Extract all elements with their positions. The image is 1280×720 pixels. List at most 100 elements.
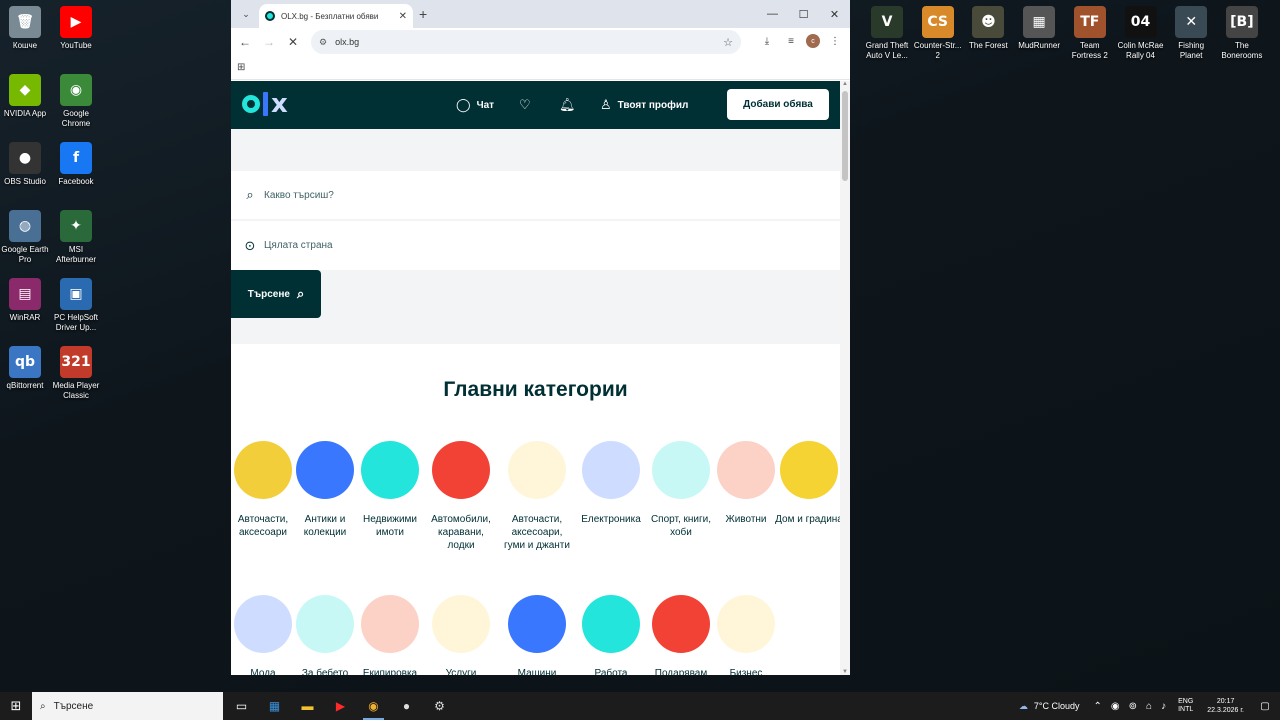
record-icon[interactable]: ◉ (1111, 701, 1120, 712)
desktop-shortcut-label: Facebook (58, 177, 94, 186)
page-scrollbar[interactable]: ▲ ▼ (840, 81, 850, 675)
notifications-icon[interactable]: ▢ (1256, 701, 1274, 712)
category-item[interactable]: Екипировка (355, 595, 425, 675)
category-label: Животни (725, 514, 767, 525)
obs-icon[interactable]: ● (390, 692, 423, 720)
category-item[interactable]: Работа (576, 595, 646, 675)
desktop-shortcut-label: Google Earth Pro (1, 245, 49, 264)
desktop-shortcut[interactable]: V Grand Theft Auto V Le... (862, 6, 912, 61)
category-icon (432, 441, 490, 499)
desktop-shortcut[interactable]: 🗑 Кошче (0, 6, 50, 51)
category-item[interactable]: За бебето (290, 595, 360, 675)
chrome-icon[interactable]: ◉ (357, 692, 390, 720)
weather-widget[interactable]: ☁ 7°C Cloudy (1019, 701, 1080, 712)
scroll-up-icon[interactable]: ▲ (842, 81, 848, 87)
taskbar-search[interactable]: ⌕ Търсене (32, 692, 223, 720)
desktop-shortcut[interactable]: ▣ PC HelpSoft Driver Up... (51, 278, 101, 333)
category-item[interactable]: Мода (231, 595, 298, 675)
desktop-shortcut[interactable]: ▦ MudRunner (1014, 6, 1064, 51)
desktop-shortcut[interactable]: ▶ YouTube (51, 6, 101, 51)
url-text[interactable]: olx.bg (335, 37, 723, 47)
category-item[interactable]: Електроника (576, 441, 646, 526)
chat-link[interactable]: ◯ Чат (456, 97, 494, 113)
desktop-shortcut-label: PC HelpSoft Driver Up... (53, 313, 99, 332)
olx-favicon-icon (265, 11, 275, 21)
minimize-icon[interactable]: — (757, 0, 788, 28)
desktop-shortcut[interactable]: ✕ Fishing Planet (1166, 6, 1216, 61)
desktop-shortcut[interactable]: ☻ The Forest (963, 6, 1013, 51)
update-icon[interactable]: ⊚ (1129, 701, 1137, 712)
desktop-shortcut-label: The Forest (969, 41, 1008, 50)
bell-icon: 🔔︎ (559, 97, 576, 112)
category-item[interactable]: Подарявам (646, 595, 716, 675)
olx-logo[interactable]: x (242, 91, 288, 117)
desktop-shortcut[interactable]: ● OBS Studio (0, 142, 50, 187)
category-label: За бебето (301, 668, 349, 675)
favorites-link[interactable]: ♡ (519, 97, 531, 113)
app-icon: CS (921, 6, 954, 38)
category-item[interactable]: Услуги (426, 595, 496, 675)
notifications-link[interactable]: 🔔︎ (559, 97, 576, 113)
menu-kebab-icon[interactable]: ⋮ (826, 32, 844, 50)
category-item[interactable]: Автомобили, каравани, лодки (426, 441, 496, 552)
desktop-shortcut[interactable]: qb qBittorrent (0, 346, 50, 391)
site-info-icon[interactable]: ⚙ (319, 37, 327, 48)
scroll-down-icon[interactable]: ▼ (842, 669, 848, 675)
search-input[interactable]: ⌕ Какво търсиш? (231, 171, 840, 219)
media-control-icon[interactable]: ≡ (782, 32, 800, 50)
search-area: ⌕ Какво търсиш? ⊙ Цялата страна Търсене … (231, 129, 840, 344)
close-window-icon[interactable]: ✕ (819, 0, 850, 28)
forward-icon[interactable]: → (257, 30, 281, 54)
microsoft-store-icon[interactable]: ▦ (258, 692, 291, 720)
location-input[interactable]: ⊙ Цялата страна (231, 221, 840, 270)
category-item[interactable]: Спорт, книги, хоби (646, 441, 716, 539)
desktop-shortcut-label: Fishing Planet (1178, 41, 1205, 60)
category-item[interactable]: Дом и градина (774, 441, 840, 526)
apps-grid-icon[interactable]: ⊞ (237, 62, 245, 73)
category-item[interactable]: Машини (502, 595, 572, 675)
desktop-shortcut[interactable]: ✦ MSI Afterburner (51, 210, 101, 265)
desktop-shortcut[interactable]: ◍ Google Earth Pro (0, 210, 50, 265)
download-icon[interactable]: ⤓ (758, 32, 776, 50)
search-button[interactable]: Търсене ⌕ (231, 270, 321, 318)
tab-search-chevron-icon[interactable]: ⌄ (237, 5, 255, 23)
bookmark-star-icon[interactable]: ☆ (723, 36, 733, 49)
volume-icon[interactable]: ♪ (1161, 701, 1166, 712)
desktop-shortcut[interactable]: ◉ Google Chrome (51, 74, 101, 129)
category-item[interactable]: Антики и колекции (290, 441, 360, 539)
clock[interactable]: 20:17 22.3.2026 г. (1207, 697, 1244, 715)
stop-loading-icon[interactable]: ✕ (281, 30, 305, 54)
settings-gear-icon[interactable]: ⚙ (423, 692, 456, 720)
youtube-icon[interactable]: ▶ (324, 692, 357, 720)
maximize-icon[interactable]: ☐ (788, 0, 819, 28)
desktop-shortcut[interactable]: [B] The Bonerooms (1217, 6, 1267, 61)
category-item[interactable]: Животни (711, 441, 781, 526)
network-icon[interactable]: ⌂ (1146, 701, 1152, 712)
close-tab-icon[interactable]: ✕ (399, 11, 407, 22)
scrollbar-thumb[interactable] (842, 91, 848, 181)
windows-start-icon[interactable]: ⊞ (0, 692, 32, 720)
new-tab-button[interactable]: + (419, 6, 427, 22)
category-item[interactable]: Недвижими имоти (355, 441, 425, 539)
task-view-icon[interactable]: ▭ (225, 692, 258, 720)
desktop-shortcut[interactable]: 321 Media Player Classic (51, 346, 101, 401)
file-explorer-icon[interactable]: ▬ (291, 692, 324, 720)
language-indicator[interactable]: ENG INTL (1178, 698, 1193, 714)
desktop-shortcut[interactable]: 04 Colin McRae Rally 04 (1116, 6, 1166, 61)
category-item[interactable]: Авточасти, аксесоари, гуми и джанти (502, 441, 572, 552)
chevron-up-icon[interactable]: ⌃ (1094, 701, 1102, 712)
lang-layout: INTL (1178, 706, 1194, 713)
profile-avatar[interactable]: c (806, 34, 820, 48)
tab-olx[interactable]: OLX.bg - Безплатни обяви ✕ (259, 4, 413, 28)
post-ad-button[interactable]: Добави обява (727, 89, 829, 120)
desktop-shortcut[interactable]: f Facebook (51, 142, 101, 187)
back-icon[interactable]: ← (233, 30, 257, 54)
category-item[interactable]: Авточасти, аксесоари (231, 441, 298, 539)
category-item[interactable]: Бизнес (711, 595, 781, 675)
desktop-shortcut[interactable]: ▤ WinRAR (0, 278, 50, 323)
desktop-shortcut[interactable]: TF Team Fortress 2 (1065, 6, 1115, 61)
profile-link[interactable]: ♙ Твоят профил (600, 97, 688, 113)
address-bar[interactable]: ⚙ olx.bg ☆ (311, 30, 741, 54)
desktop-shortcut[interactable]: ◆ NVIDIA App (0, 74, 50, 119)
desktop-shortcut[interactable]: CS Counter-Str... 2 (913, 6, 963, 61)
